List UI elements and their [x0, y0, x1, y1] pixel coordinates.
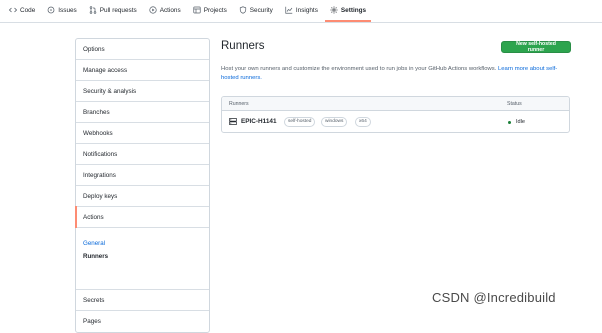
- graph-icon: [285, 6, 293, 14]
- sidebar-item-security-analysis[interactable]: Security & analysis: [76, 81, 209, 102]
- tab-insights[interactable]: Insights: [280, 0, 323, 22]
- pull-request-icon: [89, 6, 97, 14]
- tab-issues[interactable]: Issues: [42, 0, 81, 22]
- runners-table: Runners Status EPIC-H1141 self-hosted wi…: [221, 96, 570, 133]
- tab-label: Code: [20, 6, 36, 14]
- sidebar-item-manage-access[interactable]: Manage access: [76, 60, 209, 81]
- column-header-status: Status: [507, 101, 522, 107]
- sidebar-item-deploy-keys[interactable]: Deploy keys: [76, 186, 209, 207]
- sidebar-item-actions[interactable]: Actions: [75, 206, 209, 228]
- play-icon: [149, 6, 157, 14]
- page-header: Runners New self-hosted runner: [221, 38, 571, 60]
- sidebar-subitem-runners[interactable]: Runners: [83, 250, 209, 263]
- sidebar-item-webhooks[interactable]: Webhooks: [76, 123, 209, 144]
- tab-pull-requests[interactable]: Pull requests: [84, 0, 142, 22]
- tab-security[interactable]: Security: [234, 0, 278, 22]
- tab-code[interactable]: Code: [4, 0, 40, 22]
- actions-submenu: General Runners: [76, 228, 209, 290]
- code-icon: [9, 7, 17, 13]
- description-text: Host your own runners and customize the …: [221, 66, 497, 72]
- issue-icon: [47, 6, 55, 14]
- runners-panel: Runners New self-hosted runner Host your…: [221, 38, 571, 133]
- sidebar-item-label: Manage access: [83, 66, 128, 74]
- settings-sidebar: Options Manage access Security & analysi…: [75, 38, 210, 333]
- table-icon: [193, 6, 201, 14]
- runners-table-header: Runners Status: [222, 97, 569, 111]
- runners-description: Host your own runners and customize the …: [221, 65, 571, 83]
- sidebar-item-notifications[interactable]: Notifications: [76, 144, 209, 165]
- sidebar-subitem-general[interactable]: General: [83, 237, 209, 250]
- status-dot-icon: [508, 121, 511, 124]
- new-self-hosted-runner-button[interactable]: New self-hosted runner: [501, 41, 571, 53]
- page-title: Runners: [221, 40, 265, 52]
- tab-label: Actions: [159, 6, 181, 14]
- sidebar-item-label: Notifications: [83, 150, 118, 158]
- sidebar-item-branches[interactable]: Branches: [76, 102, 209, 123]
- sidebar-item-label: Pages: [83, 318, 101, 325]
- runner-name[interactable]: EPIC-H1141: [241, 118, 277, 125]
- sidebar-item-options[interactable]: Options: [76, 39, 209, 60]
- repo-nav: Code Issues Pull requests Actions Projec…: [0, 0, 602, 23]
- sidebar-item-label: Security & analysis: [83, 87, 137, 95]
- runner-label: windows: [321, 117, 348, 127]
- runner-label: self-hosted: [284, 117, 316, 127]
- tab-actions[interactable]: Actions: [144, 0, 186, 22]
- sidebar-item-integrations[interactable]: Integrations: [76, 165, 209, 186]
- sidebar-item-label: Deploy keys: [83, 192, 118, 200]
- sidebar-item-label: Webhooks: [83, 129, 113, 137]
- runner-status: Idle: [516, 119, 526, 125]
- sidebar-item-pages[interactable]: Pages: [76, 311, 209, 332]
- tab-label: Insights: [295, 6, 318, 14]
- sidebar-item-label: Options: [83, 45, 105, 53]
- tab-settings[interactable]: Settings: [324, 0, 372, 22]
- tab-projects[interactable]: Projects: [188, 0, 232, 22]
- tab-label: Security: [249, 6, 273, 14]
- tab-label: Settings: [340, 6, 367, 14]
- sidebar-item-label: Secrets: [83, 296, 105, 304]
- sidebar-item-label: Actions: [83, 213, 104, 221]
- sidebar-item-label: Integrations: [83, 171, 116, 179]
- table-row[interactable]: EPIC-H1141 self-hosted windows x64 Idle: [222, 111, 569, 132]
- server-icon: [229, 118, 237, 125]
- tab-label: Issues: [58, 6, 77, 14]
- sidebar-item-secrets[interactable]: Secrets: [76, 290, 209, 311]
- tab-label: Projects: [203, 6, 227, 14]
- shield-icon: [239, 6, 246, 14]
- gear-icon: [330, 6, 338, 14]
- tab-label: Pull requests: [99, 6, 137, 14]
- column-header-runners: Runners: [229, 101, 249, 107]
- sidebar-item-label: Branches: [83, 108, 110, 116]
- watermark: CSDN @Incredibuild: [432, 290, 556, 305]
- runner-label: x64: [355, 117, 371, 127]
